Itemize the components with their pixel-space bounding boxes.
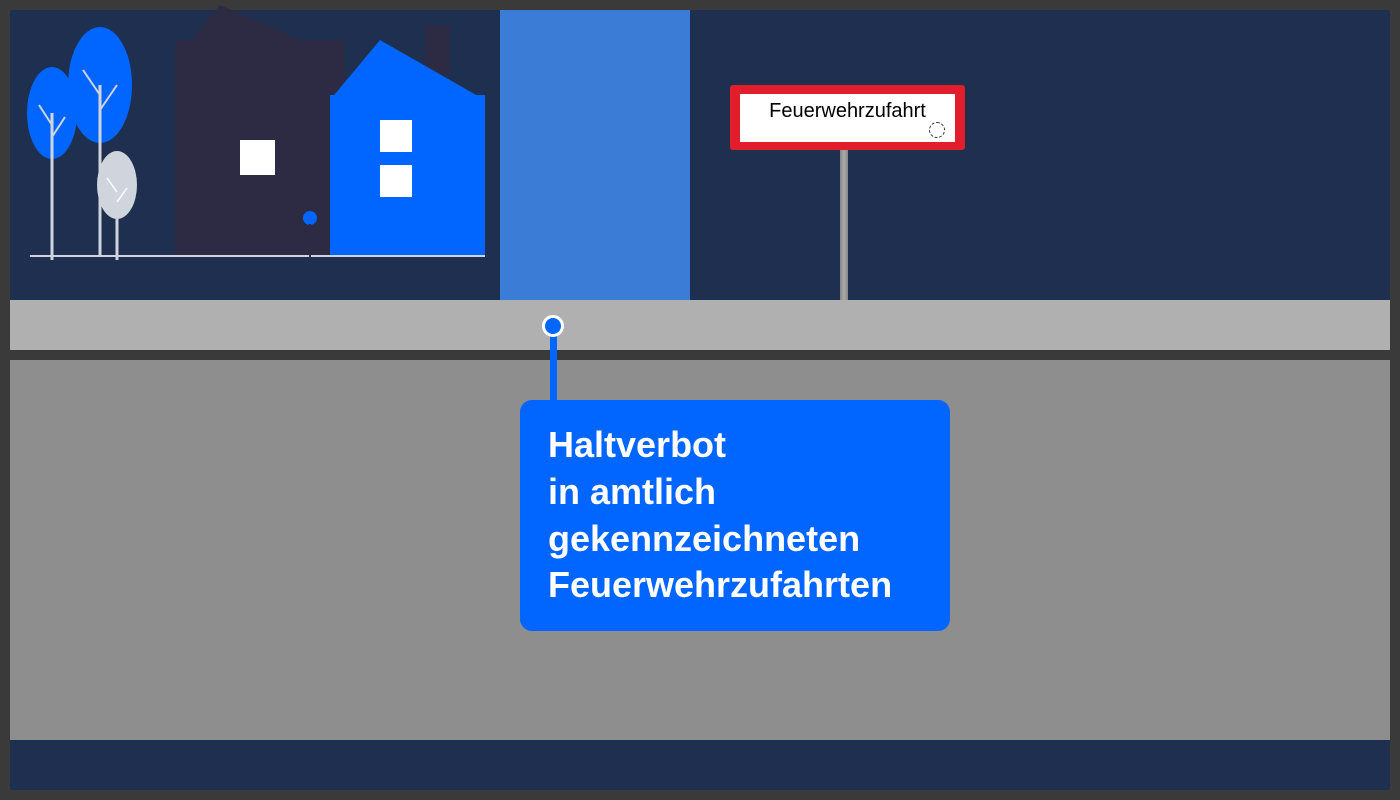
seal-icon — [929, 122, 945, 138]
sign-inner: Feuerwehrzufahrt — [740, 94, 955, 142]
fire-lane-area — [500, 10, 690, 300]
tree-icon — [95, 150, 140, 265]
diagram-frame: Feuerwehrzufahrt Haltverbot in amtlich g… — [10, 10, 1390, 790]
window-icon — [240, 140, 275, 175]
road-divider — [10, 350, 1390, 360]
fire-access-sign: Feuerwehrzufahrt — [730, 85, 965, 150]
tree-icon — [25, 65, 80, 265]
bottom-strip — [10, 740, 1390, 790]
callout-text: gekennzeichneten — [548, 516, 922, 563]
callout-box: Haltverbot in amtlich gekennzeichneten F… — [520, 400, 950, 631]
window-icon — [380, 165, 412, 197]
sign-label: Feuerwehrzufahrt — [769, 100, 926, 123]
blue-house-roof — [330, 40, 485, 100]
sign-post — [840, 140, 848, 300]
callout-text: in amtlich — [548, 469, 922, 516]
callout-dot-icon — [542, 315, 564, 337]
callout-connector — [550, 330, 557, 405]
callout-text: Feuerwehrzufahrten — [548, 562, 922, 609]
flower-icon — [295, 210, 325, 263]
sidewalk — [10, 300, 1390, 350]
callout-text: Haltverbot — [548, 422, 922, 469]
ground-line — [30, 255, 485, 257]
window-icon — [380, 120, 412, 152]
blue-house — [330, 95, 485, 255]
